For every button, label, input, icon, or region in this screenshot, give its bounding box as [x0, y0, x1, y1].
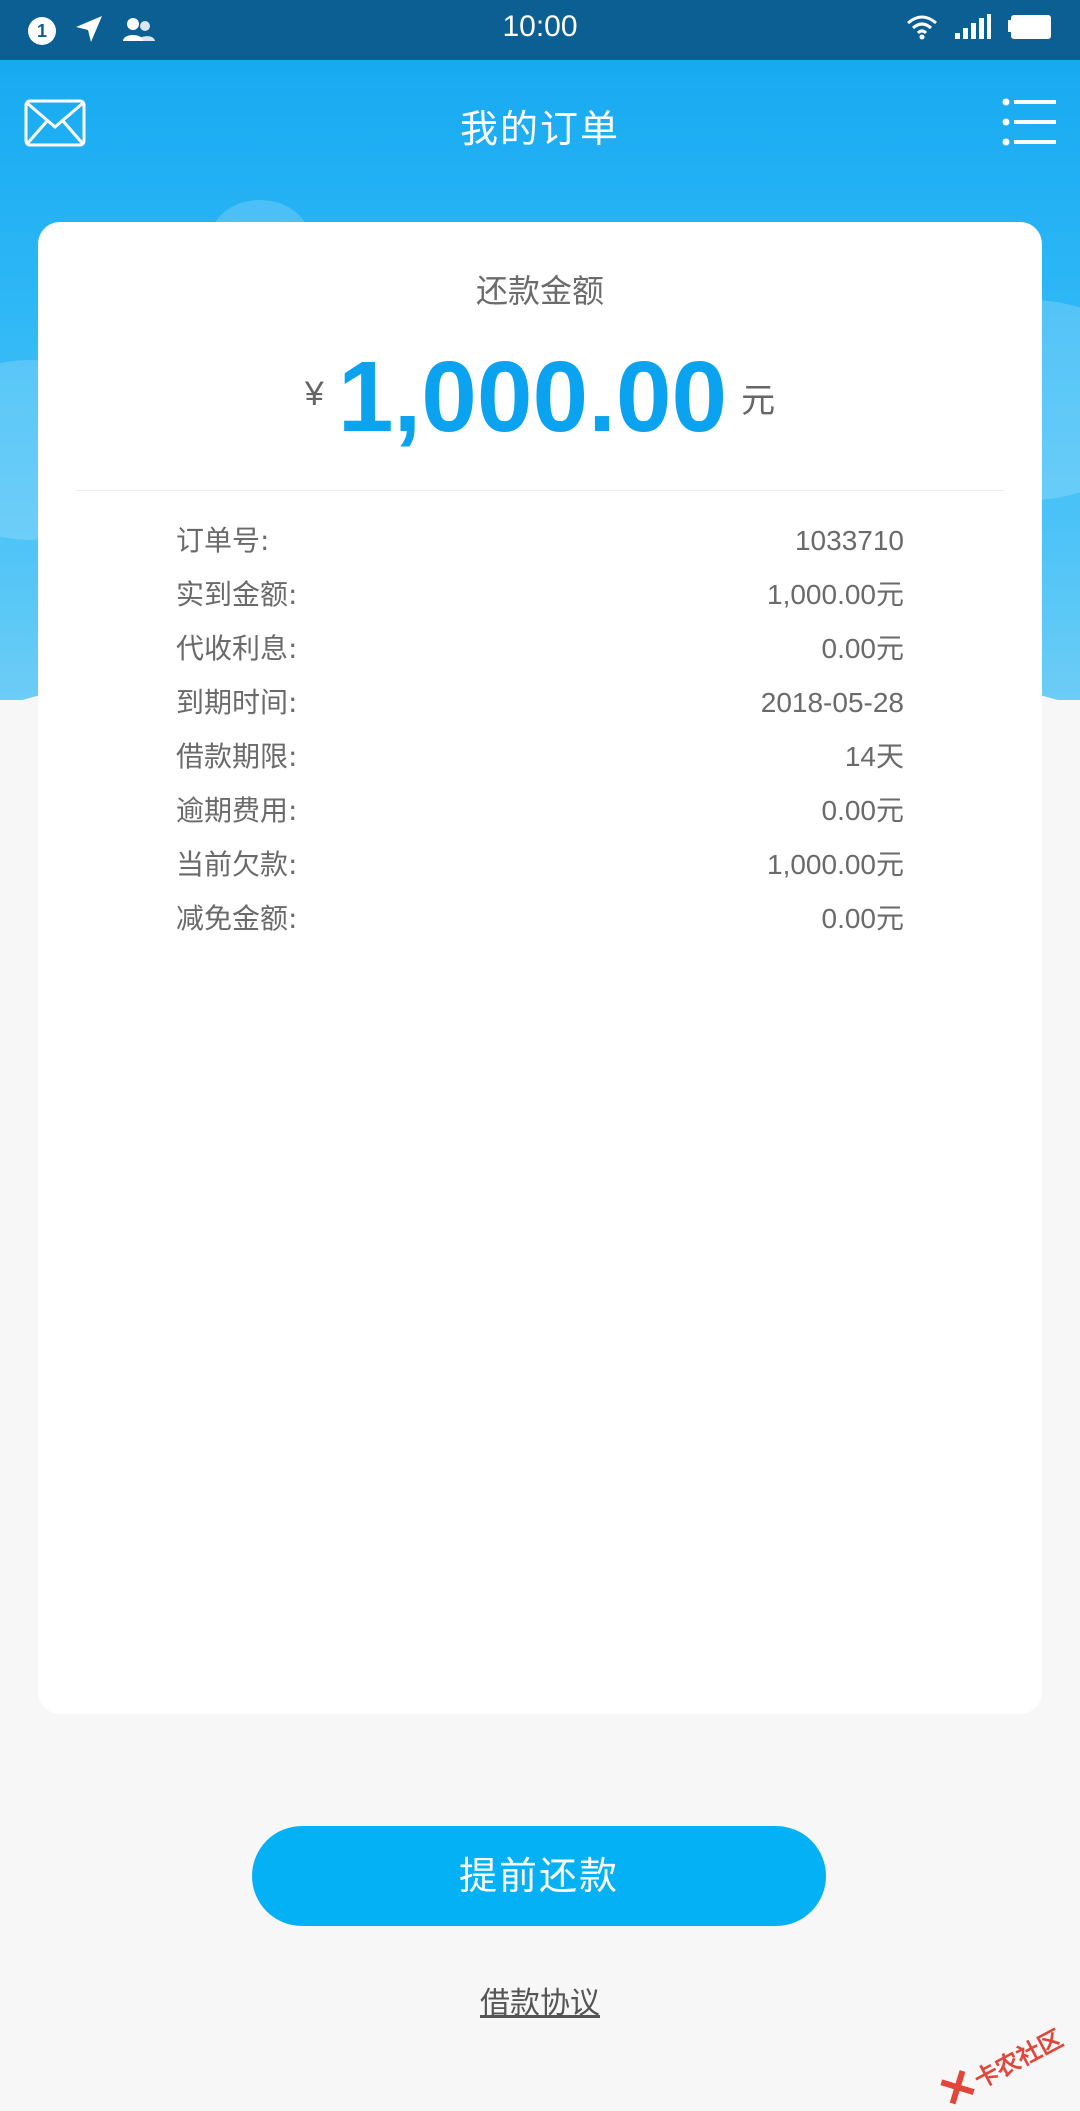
detail-value: 1,000.00元 [767, 849, 904, 880]
signal-icon [954, 14, 992, 44]
title-bar: 我的订单 [0, 60, 1080, 190]
detail-value: 14天 [844, 741, 904, 772]
menu-button[interactable] [1002, 96, 1058, 148]
detail-value: 1,000.00元 [767, 579, 904, 610]
wifi-icon [906, 14, 938, 44]
status-right-icons [906, 14, 1052, 44]
detail-row: 逾期费用: 0.00元 [176, 784, 904, 838]
detail-value: 0.00元 [821, 903, 905, 934]
repay-amount-value: 1,000.00 [337, 341, 728, 453]
detail-row: 减免金额: 0.00元 [176, 892, 904, 946]
watermark: 卡农社区 [937, 2019, 1068, 2111]
detail-label: 代收利息: [176, 632, 298, 665]
detail-row: 订单号: 1033710 [176, 514, 904, 568]
detail-value: 0.00元 [821, 633, 905, 664]
detail-value: 1033710 [794, 525, 904, 556]
page-title: 我的订单 [459, 107, 620, 151]
detail-label: 借款期限: [176, 740, 298, 773]
loan-agreement-link[interactable]: 借款协议 [0, 1978, 1080, 2022]
detail-row: 代收利息: 0.00元 [176, 622, 904, 676]
divider [76, 490, 1004, 491]
battery-icon [1008, 14, 1052, 44]
detail-label: 订单号: [176, 524, 270, 557]
watermark-text: 卡农社区 [969, 2024, 1068, 2095]
detail-row: 借款期限: 14天 [176, 730, 904, 784]
detail-label: 当前欠款: [176, 848, 298, 881]
detail-label: 逾期费用: [176, 794, 298, 827]
currency-symbol: ¥ [304, 375, 324, 413]
detail-label: 到期时间: [176, 686, 298, 719]
detail-row: 实到金额: 1,000.00元 [176, 568, 904, 622]
early-repay-button[interactable]: 提前还款 [252, 1826, 826, 1926]
repay-amount-label: 还款金额 [475, 272, 604, 310]
repay-amount-row: ¥ 1,000.00 元 [38, 342, 1042, 452]
detail-label: 实到金额: [176, 578, 298, 611]
order-details-list: 订单号: 1033710 实到金额: 1,000.00元 代收利息: 0.00元 到期时间:… [176, 514, 904, 946]
detail-value: 2018-05-28 [760, 687, 904, 718]
order-card: 还款金额 ¥ 1,000.00 元 订单号: 1033710 实到金额: 1,000.… [38, 222, 1042, 1714]
detail-label: 减免金额: [176, 902, 298, 935]
list-menu-icon [1002, 98, 1056, 146]
detail-row: 到期时间: 2018-05-28 [176, 676, 904, 730]
detail-row: 当前欠款: 1,000.00元 [176, 838, 904, 892]
amount-unit: 元 [741, 381, 776, 421]
status-bar: 1 10:00 [0, 0, 1080, 60]
detail-value: 0.00元 [821, 795, 905, 826]
